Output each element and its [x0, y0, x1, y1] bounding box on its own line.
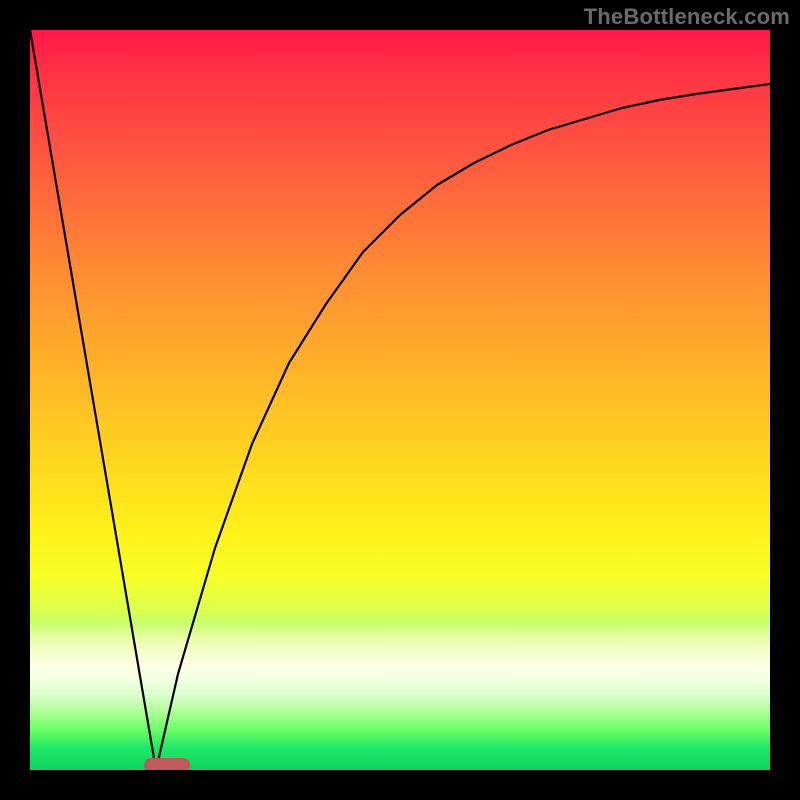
frame-left — [0, 0, 30, 800]
frame-bottom — [0, 770, 800, 800]
bottleneck-curve — [30, 30, 770, 770]
vertex-marker — [144, 758, 190, 770]
plot-area — [30, 30, 770, 770]
curve-path — [30, 30, 770, 770]
frame-right — [770, 0, 800, 800]
watermark-text: TheBottleneck.com — [584, 4, 790, 30]
